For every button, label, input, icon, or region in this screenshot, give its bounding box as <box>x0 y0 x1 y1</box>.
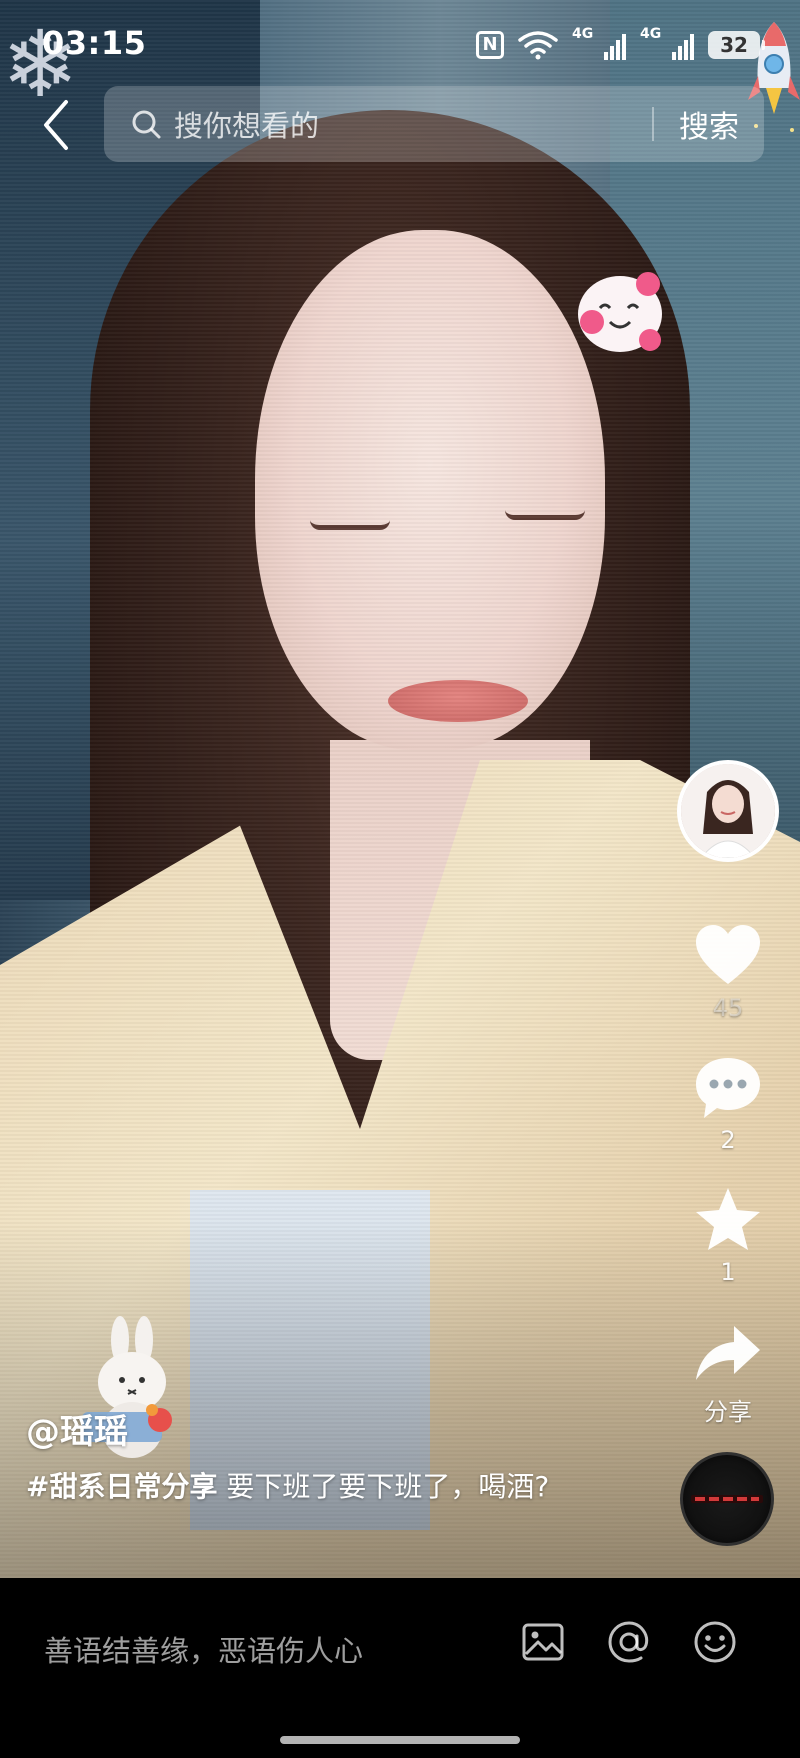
at-icon[interactable] <box>605 1618 653 1666</box>
heart-icon <box>696 925 760 984</box>
favorite-button[interactable]: 1 <box>676 1184 780 1286</box>
music-disc[interactable] <box>680 1452 774 1546</box>
network-type-label: 4G <box>572 26 594 42</box>
caption-text: 要下班了要下班了，喝酒? <box>217 1470 550 1503</box>
comment-button[interactable]: 2 <box>676 1052 780 1154</box>
like-button[interactable]: 45 <box>676 920 780 1022</box>
home-indicator[interactable] <box>280 1736 520 1744</box>
author-avatar[interactable] <box>677 760 779 862</box>
share-button[interactable]: 分享 <box>676 1318 780 1427</box>
search-input[interactable]: 搜你想看的 <box>174 103 652 145</box>
network-type-label: 4G <box>640 26 662 42</box>
image-icon[interactable] <box>519 1618 567 1666</box>
hashtag-link[interactable]: #甜系日常分享 <box>26 1470 217 1503</box>
back-icon[interactable] <box>36 96 80 154</box>
comment-count: 2 <box>720 1126 736 1154</box>
battery-icon: 32 <box>708 31 765 59</box>
emoji-icon[interactable] <box>691 1618 739 1666</box>
search-bar[interactable]: 搜你想看的 搜索 <box>104 86 764 162</box>
cellular-signal-icon: 4G <box>640 26 694 60</box>
nfc-icon: N <box>476 31 504 59</box>
smiley-sticker-icon <box>578 272 662 352</box>
wifi-icon <box>518 31 558 60</box>
comment-input[interactable]: 善语结善缘，恶语伤人心 <box>44 1628 363 1670</box>
like-count: 45 <box>712 994 744 1022</box>
disc-label-graphic <box>691 1495 763 1503</box>
cellular-signal-icon: 4G <box>572 26 626 60</box>
favorite-count: 1 <box>720 1258 736 1286</box>
comment-icon <box>696 1058 760 1118</box>
share-icon <box>696 1326 760 1380</box>
comment-bar: 善语结善缘，恶语伤人心 <box>0 1578 800 1758</box>
avatar-illustration <box>681 764 775 858</box>
search-button[interactable]: 搜索 <box>654 102 764 146</box>
search-icon <box>132 110 161 139</box>
share-label: 分享 <box>704 1398 752 1426</box>
author-name[interactable]: @瑶瑶 <box>26 1404 128 1453</box>
status-time: 03:15 <box>42 24 147 62</box>
status-icons: N 4G 4G 32 <box>476 26 765 62</box>
post-caption: #甜系日常分享 要下班了要下班了，喝酒? <box>26 1465 586 1509</box>
status-bar: 03:15 N 4G 4G 32 <box>0 0 800 80</box>
star-icon <box>696 1188 760 1250</box>
